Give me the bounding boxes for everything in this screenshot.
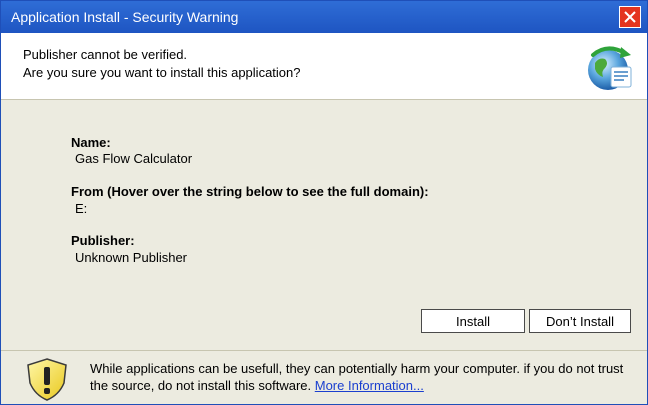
publisher-label: Publisher: — [71, 233, 135, 248]
footer-warning-text: While applications can be usefull, they … — [90, 360, 640, 394]
name-label: Name: — [71, 135, 111, 150]
name-value: Gas Flow Calculator — [75, 151, 193, 166]
title-bar[interactable]: Application Install - Security Warning — [1, 1, 647, 33]
more-information-link[interactable]: More Information... — [315, 378, 424, 393]
dont-install-button[interactable]: Don’t Install — [529, 309, 631, 333]
publisher-value: Unknown Publisher — [75, 250, 188, 265]
security-warning-dialog: Application Install - Security Warning P… — [0, 0, 648, 405]
footer-warning: While applications can be usefull, they … — [1, 350, 647, 404]
details-panel: Name: Gas Flow Calculator From (Hover ov… — [1, 100, 647, 350]
close-button[interactable] — [619, 6, 641, 28]
warning-shield-icon — [27, 358, 67, 401]
close-icon — [624, 11, 636, 23]
window-title: Application Install - Security Warning — [11, 9, 239, 25]
header-question-line: Are you sure you want to install this ap… — [23, 65, 301, 80]
from-value[interactable]: E: — [75, 201, 87, 216]
from-label: From (Hover over the string below to see… — [71, 184, 429, 199]
header-warning-line: Publisher cannot be verified. — [23, 47, 188, 62]
globe-install-icon — [588, 46, 632, 90]
dialog-header: Publisher cannot be verified. Are you su… — [1, 33, 647, 100]
install-button[interactable]: Install — [421, 309, 525, 333]
